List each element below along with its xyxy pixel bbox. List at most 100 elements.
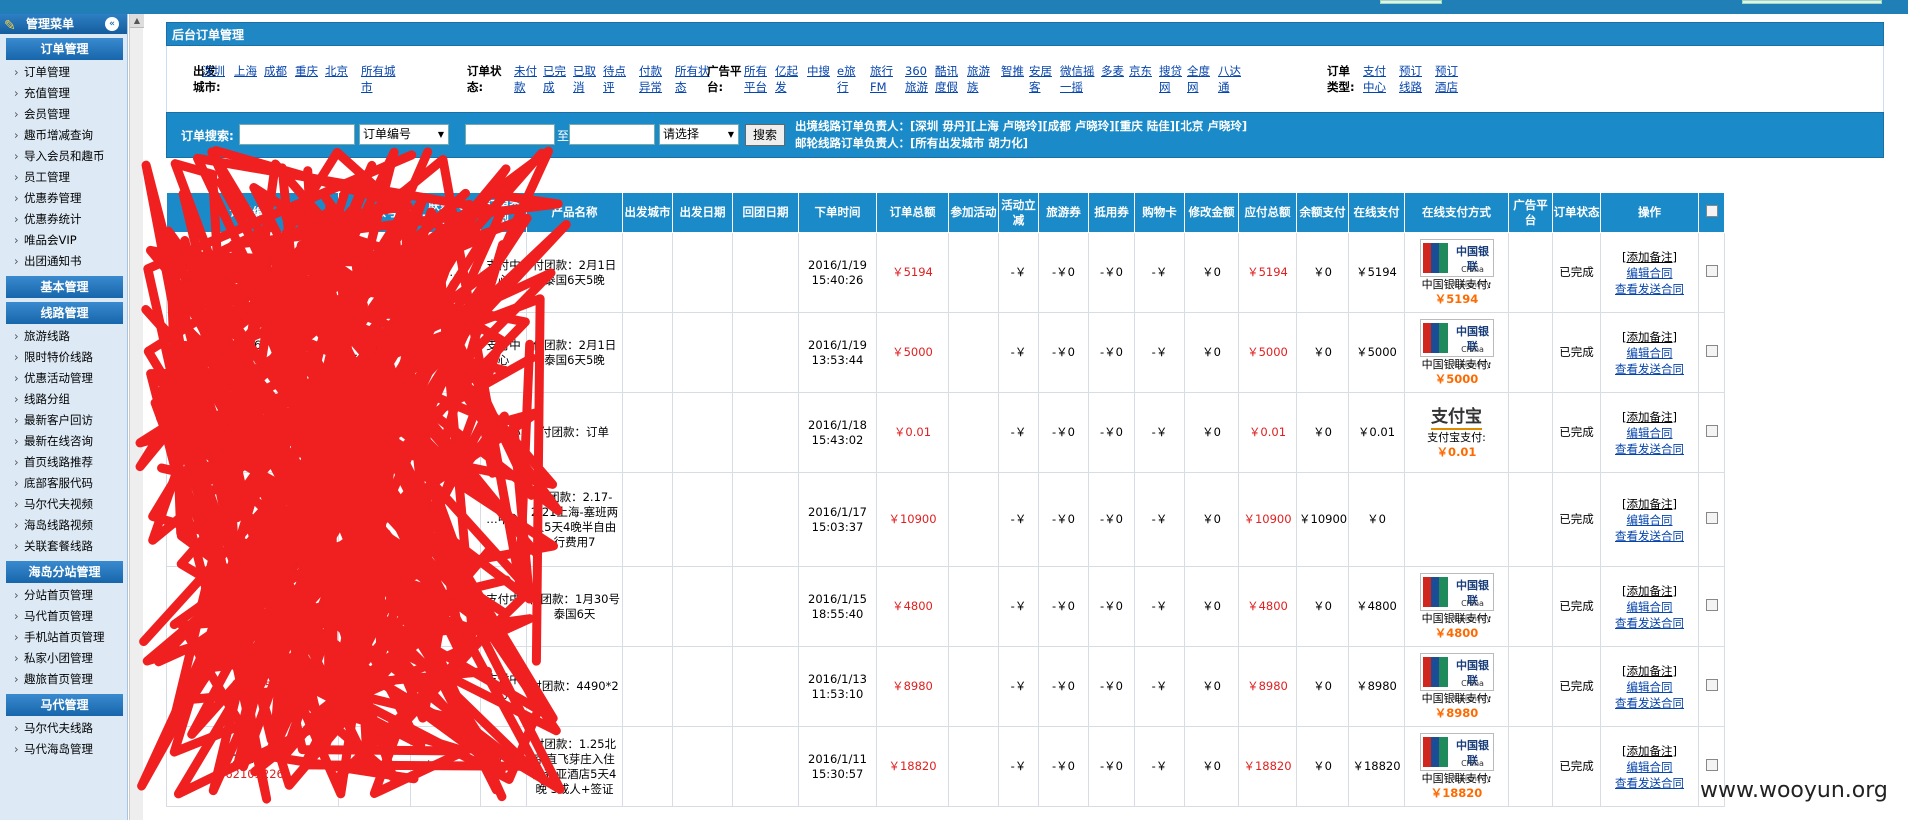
city-link[interactable]: 所有城市 [361,63,399,95]
scroll-up-icon[interactable]: ▲ [130,14,144,28]
platform-link[interactable]: 中搜 [807,63,833,79]
sidebar-scrollbar[interactable]: ▲ [129,14,144,820]
sidebar-item[interactable]: 趣币增减查询 [0,125,127,146]
type-link[interactable]: 支付中心 [1363,63,1397,95]
row-checkbox[interactable] [1705,424,1718,437]
edit-contract-link[interactable]: 编辑合同 [1603,265,1696,281]
edit-contract-link[interactable]: 编辑合同 [1603,679,1696,695]
row-checkbox[interactable] [1705,344,1718,357]
search-field-select[interactable]: 订单编号 [359,124,449,145]
edit-contract-link[interactable]: 编辑合同 [1603,345,1696,361]
add-note-link[interactable]: [添加备注] [1603,663,1696,679]
sidebar-section-0[interactable]: 订单管理 [6,38,123,60]
order-search-input[interactable] [239,124,355,145]
view-contract-link[interactable]: 查看发送合同 [1603,281,1696,297]
platform-link[interactable]: 八达通 [1218,63,1248,95]
view-contract-link[interactable]: 查看发送合同 [1603,441,1696,457]
sidebar-item[interactable]: 底部客服代码 [0,473,127,494]
sidebar-item[interactable]: 优惠活动管理 [0,368,127,389]
sidebar-item[interactable]: 唯品会VIP [0,230,127,251]
platform-link[interactable]: e旅行 [837,63,867,95]
sidebar-item[interactable]: 关联套餐线路 [0,536,127,557]
edit-contract-link[interactable]: 编辑合同 [1603,512,1696,528]
sidebar-item[interactable]: 最新客户回访 [0,410,127,431]
order-number[interactable]: 2016… [169,599,336,614]
date-from-input[interactable] [465,124,555,145]
option-select[interactable]: 请选择 [659,124,739,145]
row-checkbox[interactable] [1705,264,1718,277]
view-contract-link[interactable]: 查看发送合同 [1603,695,1696,711]
view-contract-link[interactable]: 查看发送合同 [1603,615,1696,631]
add-note-link[interactable]: [添加备注] [1603,409,1696,425]
status-link[interactable]: 已取消 [573,63,599,95]
sidebar-item[interactable]: 马代首页管理 [0,606,127,627]
order-number[interactable]: 2016011187…59 [169,258,336,273]
sidebar-item[interactable]: 马代海岛管理 [0,739,127,760]
sidebar-item[interactable]: 员工管理 [0,167,127,188]
type-link[interactable]: 预订酒店 [1435,63,1469,95]
add-note-link[interactable]: [添加备注] [1603,583,1696,599]
sidebar-item[interactable]: 私家小团管理 [0,648,127,669]
sidebar-item[interactable]: 优惠券统计 [0,209,127,230]
add-note-link[interactable]: [添加备注] [1603,743,1696,759]
city-link[interactable]: 成都 [264,63,292,79]
sidebar-section-2[interactable]: 线路管理 [6,302,123,324]
top-bar-control[interactable] [1742,0,1882,4]
sidebar-item[interactable]: 海岛线路视频 [0,515,127,536]
edit-contract-link[interactable]: 编辑合同 [1603,425,1696,441]
edit-contract-link[interactable]: 编辑合同 [1603,599,1696,615]
date-to-input[interactable] [569,124,655,145]
top-bar-control[interactable] [1380,0,1442,4]
search-button[interactable]: 搜索 [745,124,785,146]
sidebar-item[interactable]: 会员管理 [0,104,127,125]
add-note-link[interactable]: [添加备注] [1603,249,1696,265]
order-number[interactable]: 2016… [169,752,336,767]
sidebar-item[interactable]: 马尔代夫线路 [0,718,127,739]
view-contract-link[interactable]: 查看发送合同 [1603,775,1696,791]
platform-link[interactable]: 全度网 [1187,63,1213,95]
platform-link[interactable]: 旅游族 [967,63,997,95]
row-checkbox[interactable] [1705,511,1718,524]
status-link[interactable]: 待点评 [603,63,633,95]
view-contract-link[interactable]: 查看发送合同 [1603,361,1696,377]
row-checkbox[interactable] [1705,758,1718,771]
order-number[interactable]: 2016…427… [169,425,336,440]
add-note-link[interactable]: [添加备注] [1603,496,1696,512]
sidebar-section-1[interactable]: 基本管理 [6,276,123,298]
sidebar-item[interactable]: 手机站首页管理 [0,627,127,648]
sidebar-item[interactable]: 线路分组 [0,389,127,410]
sidebar-item[interactable]: 首页线路推荐 [0,452,127,473]
platform-link[interactable]: 酷讯度假 [935,63,965,95]
platform-link[interactable]: 安居客 [1029,63,1057,95]
view-contract-link[interactable]: 查看发送合同 [1603,528,1696,544]
sidebar-item[interactable]: 优惠券管理 [0,188,127,209]
sidebar-item[interactable]: 马尔代夫视频 [0,494,127,515]
row-checkbox[interactable] [1705,678,1718,691]
order-number[interactable]: 2016… [169,338,336,353]
sidebar-section-4[interactable]: 马代管理 [6,694,123,716]
platform-link[interactable]: 微信摇一摇 [1060,63,1102,95]
type-link[interactable]: 预订线路 [1399,63,1433,95]
platform-link[interactable]: 所有平台 [744,63,774,95]
sidebar-item[interactable]: 导入会员和趣币 [0,146,127,167]
sidebar-item[interactable]: 分站首页管理 [0,585,127,606]
status-link[interactable]: 付款异常 [639,63,671,95]
sidebar-item[interactable]: 趣旅首页管理 [0,669,127,690]
select-all-checkbox[interactable] [1705,204,1718,217]
sidebar-item[interactable]: 订单管理 [0,62,127,83]
platform-link[interactable]: 京东 [1129,63,1155,79]
edit-contract-link[interactable]: 编辑合同 [1603,759,1696,775]
platform-link[interactable]: 智推 [1001,63,1027,79]
platform-link[interactable]: 亿起发 [775,63,803,95]
sidebar-item[interactable]: 限时特价线路 [0,347,127,368]
platform-link[interactable]: 旅行FM [870,63,902,95]
sidebar-item[interactable]: 最新在线咨询 [0,431,127,452]
city-link[interactable]: 北京 [325,63,349,79]
sidebar-item[interactable]: 旅游线路 [0,326,127,347]
row-checkbox[interactable] [1705,598,1718,611]
status-link[interactable]: 已完成 [543,63,569,95]
platform-link[interactable]: 360旅游 [905,63,933,95]
city-link[interactable]: 重庆 [295,63,319,79]
city-link[interactable]: 上海 [234,63,262,79]
sidebar-item[interactable]: 出团通知书 [0,251,127,272]
